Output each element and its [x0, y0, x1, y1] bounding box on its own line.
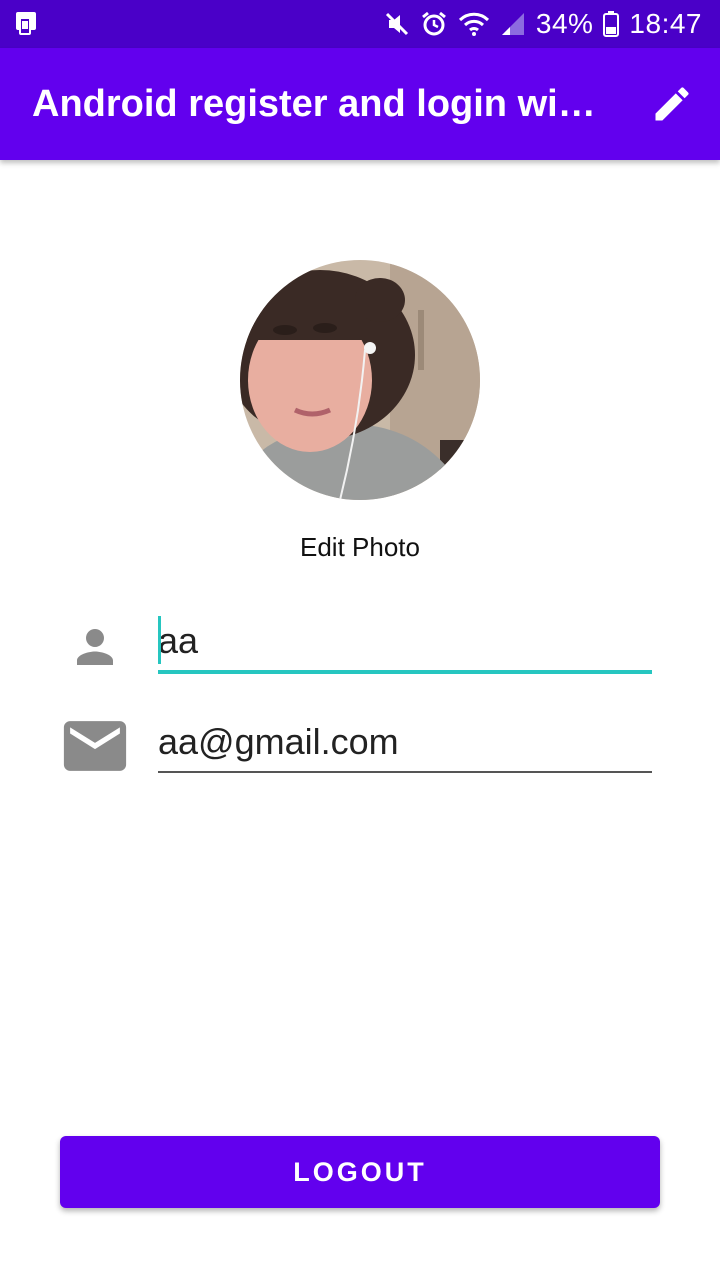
- alarm-icon: [421, 11, 446, 36]
- person-icon: [77, 629, 113, 665]
- mute-icon: [385, 12, 408, 36]
- profile-photo[interactable]: [240, 260, 480, 500]
- battery-percent: 34%: [535, 8, 594, 39]
- edit-icon[interactable]: [650, 82, 694, 126]
- battery-icon: [603, 11, 620, 37]
- notification-icon: [16, 12, 36, 35]
- logout-button[interactable]: LOGOUT: [60, 1136, 660, 1208]
- profile-photo-image: [240, 260, 480, 500]
- signal-icon: [501, 13, 524, 35]
- text-cursor: [158, 616, 161, 664]
- edit-photo-link[interactable]: Edit Photo: [0, 532, 720, 563]
- app-bar: Android register and login wi…: [0, 48, 720, 160]
- app-title: Android register and login wi…: [32, 83, 596, 125]
- status-bar: 34% 18:47: [0, 0, 720, 48]
- email-field[interactable]: [158, 713, 652, 773]
- wifi-icon: [458, 12, 489, 36]
- clock: 18:47: [629, 8, 702, 39]
- name-field[interactable]: [158, 612, 652, 674]
- mail-icon: [63, 721, 127, 771]
